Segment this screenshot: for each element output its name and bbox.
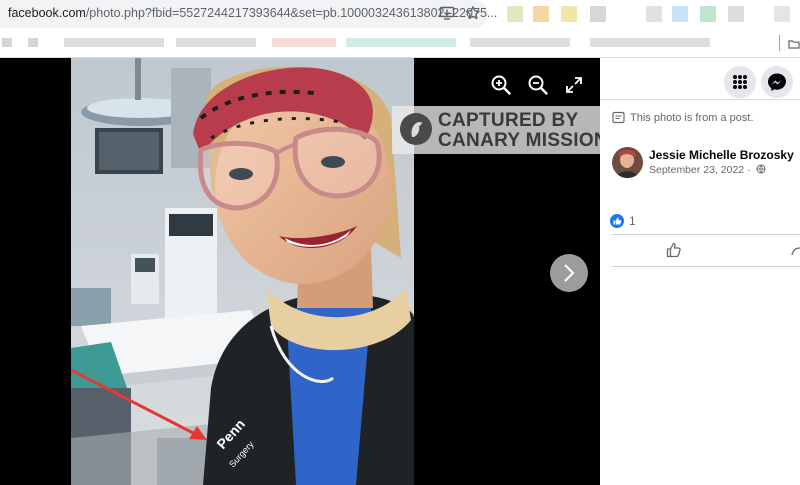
photo-viewer: Penn Surgery CAPTURED BY CANARY MISSION <box>0 58 600 485</box>
bookmark-item[interactable] <box>590 38 710 47</box>
url-text[interactable]: facebook.com/photo.php?fbid=552724421739… <box>8 6 497 20</box>
extension-icon[interactable] <box>700 6 716 22</box>
extension-icon[interactable] <box>561 6 577 22</box>
post-icon <box>612 111 625 124</box>
bookmark-item[interactable] <box>28 38 38 47</box>
bookmark-item[interactable] <box>2 38 12 47</box>
url-path: /photo.php?fbid=5527244217393644&set=pb.… <box>85 6 498 20</box>
post-note[interactable]: This photo is from a post. <box>612 111 754 127</box>
like-count[interactable]: 1 <box>629 214 636 228</box>
extension-icon[interactable] <box>507 6 523 22</box>
panel-divider <box>600 99 800 100</box>
like-button[interactable] <box>665 241 683 259</box>
extension-icon[interactable] <box>728 6 744 22</box>
bookmarks-divider <box>779 35 780 51</box>
watermark: CAPTURED BY CANARY MISSION <box>392 106 600 154</box>
profile-icon[interactable] <box>774 6 790 22</box>
author-name[interactable]: Jessie Michelle Brozosky <box>649 148 794 162</box>
bookmark-item[interactable] <box>272 38 336 47</box>
messenger-icon <box>768 73 786 91</box>
bookmark-item[interactable] <box>64 38 164 47</box>
extension-icon[interactable] <box>646 6 662 22</box>
canary-mission-logo <box>400 113 432 145</box>
bookmark-item[interactable] <box>346 38 456 47</box>
post-note-text: This photo is from a post. <box>630 112 754 124</box>
install-app-icon[interactable] <box>438 5 456 23</box>
avatar[interactable] <box>612 147 643 178</box>
watermark-line-2: CANARY MISSION <box>438 130 600 151</box>
zoom-out-icon[interactable] <box>527 74 553 100</box>
share-icon[interactable] <box>790 242 800 263</box>
photo-image: Penn Surgery <box>71 58 414 485</box>
messenger-button[interactable] <box>761 66 793 98</box>
browser-chrome: facebook.com/photo.php?fbid=552724421739… <box>0 0 800 58</box>
actions-divider-bottom <box>612 266 800 267</box>
extension-icon[interactable] <box>590 6 606 22</box>
next-photo-button[interactable] <box>550 254 588 292</box>
extension-icon[interactable] <box>533 6 549 22</box>
photo: Penn Surgery <box>71 58 414 485</box>
bookmarks-bar <box>0 32 800 54</box>
thumbs-up-icon <box>666 242 681 258</box>
post-date-line: September 23, 2022 · <box>649 164 766 176</box>
menu-button[interactable] <box>724 66 756 98</box>
bookmark-item[interactable] <box>470 38 570 47</box>
actions-divider-top <box>612 234 800 235</box>
folder-icon[interactable] <box>788 37 800 55</box>
post-date[interactable]: September 23, 2022 · <box>649 164 751 176</box>
like-reaction-icon[interactable] <box>610 214 624 228</box>
bookmark-item[interactable] <box>176 38 256 47</box>
zoom-in-icon[interactable] <box>490 74 516 100</box>
fullscreen-icon[interactable] <box>565 76 591 102</box>
address-bar[interactable]: facebook.com/photo.php?fbid=552724421739… <box>0 0 497 28</box>
url-host: facebook.com <box>8 6 86 20</box>
bookmark-star-icon[interactable] <box>464 5 482 23</box>
extension-icon[interactable] <box>672 6 688 22</box>
watermark-line-1: CAPTURED BY <box>438 110 579 131</box>
grid-menu-icon <box>733 75 747 89</box>
globe-icon <box>756 164 765 174</box>
chevron-right-icon <box>564 264 575 282</box>
